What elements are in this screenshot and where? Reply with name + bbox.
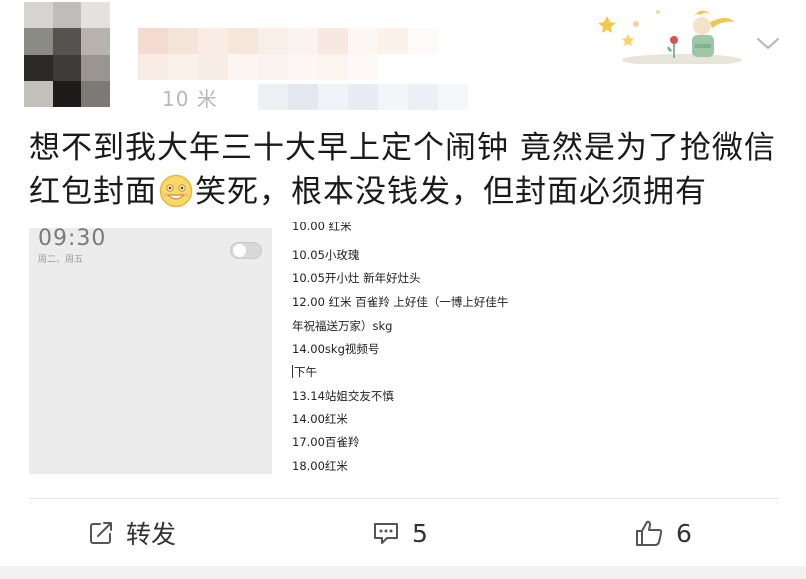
toggle-knob xyxy=(233,244,246,257)
post-body: 想不到我大年三十大早上定个闹钟 竟然是为了抢微信 红包封面 笑死，根本没钱发，但… xyxy=(29,126,789,214)
schedule-line: 10.05小玫瑰 xyxy=(292,248,360,262)
share-arrow-icon xyxy=(90,522,112,544)
schedule-line: 10.00 红米 xyxy=(292,222,352,233)
comment-button[interactable]: 5 xyxy=(372,512,428,554)
schedule-line: 12.00 红米 百雀羚 上好佳（一博上好佳牛 xyxy=(292,295,509,309)
attached-image-alarm[interactable]: 09:30 周二、周五 xyxy=(29,226,272,474)
chevron-down-icon[interactable] xyxy=(755,36,781,52)
like-button[interactable]: 6 xyxy=(634,512,692,554)
schedule-line: 18.00红米 xyxy=(292,459,348,473)
schedule-line: 14.00红米 xyxy=(292,412,348,426)
schedule-line-with-caret: 下午 xyxy=(292,364,317,380)
post-text-segment: 红包封面 xyxy=(29,174,157,210)
username-censored[interactable] xyxy=(138,28,468,80)
repost-button[interactable]: 转发 xyxy=(88,512,176,554)
avatar[interactable] xyxy=(24,2,110,107)
little-prince-decoration-icon xyxy=(598,10,742,64)
divider xyxy=(29,498,779,499)
comment-bubble-icon xyxy=(374,523,398,544)
like-count: 6 xyxy=(676,518,692,548)
text-cursor-icon xyxy=(292,365,293,378)
schedule-line: 10.05开小灶 新年好灶头 xyxy=(292,271,421,285)
schedule-line: 13.14站姐交友不慎 xyxy=(292,389,394,403)
feed-separator xyxy=(0,566,806,579)
post-meta-text: 10 米 xyxy=(162,87,218,111)
schedule-line: 下午 xyxy=(294,365,317,379)
alarm-toggle xyxy=(230,242,262,259)
post-text-line1: 想不到我大年三十大早上定个闹钟 竟然是为了抢微信 xyxy=(29,130,776,166)
alarm-days: 周二、周五 xyxy=(38,255,84,265)
repost-label: 转发 xyxy=(126,520,177,549)
comment-count: 5 xyxy=(412,518,428,548)
grinning-emoji-icon xyxy=(159,174,193,208)
schedule-line: 17.00百雀羚 xyxy=(292,435,360,449)
post-text-line2: 红包封面 笑死，根本没钱发，但封面必须拥有 xyxy=(29,170,789,214)
post-header: 10 米 xyxy=(0,0,806,115)
attached-image-schedule[interactable]: 10.00 红米 10.05小玫瑰 10.05开小灶 新年好灶头 12.00 红… xyxy=(288,222,548,478)
schedule-line: 14.00skg视频号 xyxy=(292,342,380,356)
post-text-segment: 笑死，根本没钱发，但封面必须拥有 xyxy=(195,174,707,210)
alarm-time: 09:30 xyxy=(38,226,107,251)
thumbs-up-icon xyxy=(636,520,663,546)
schedule-line: 年祝福送万家）skg xyxy=(292,319,393,333)
